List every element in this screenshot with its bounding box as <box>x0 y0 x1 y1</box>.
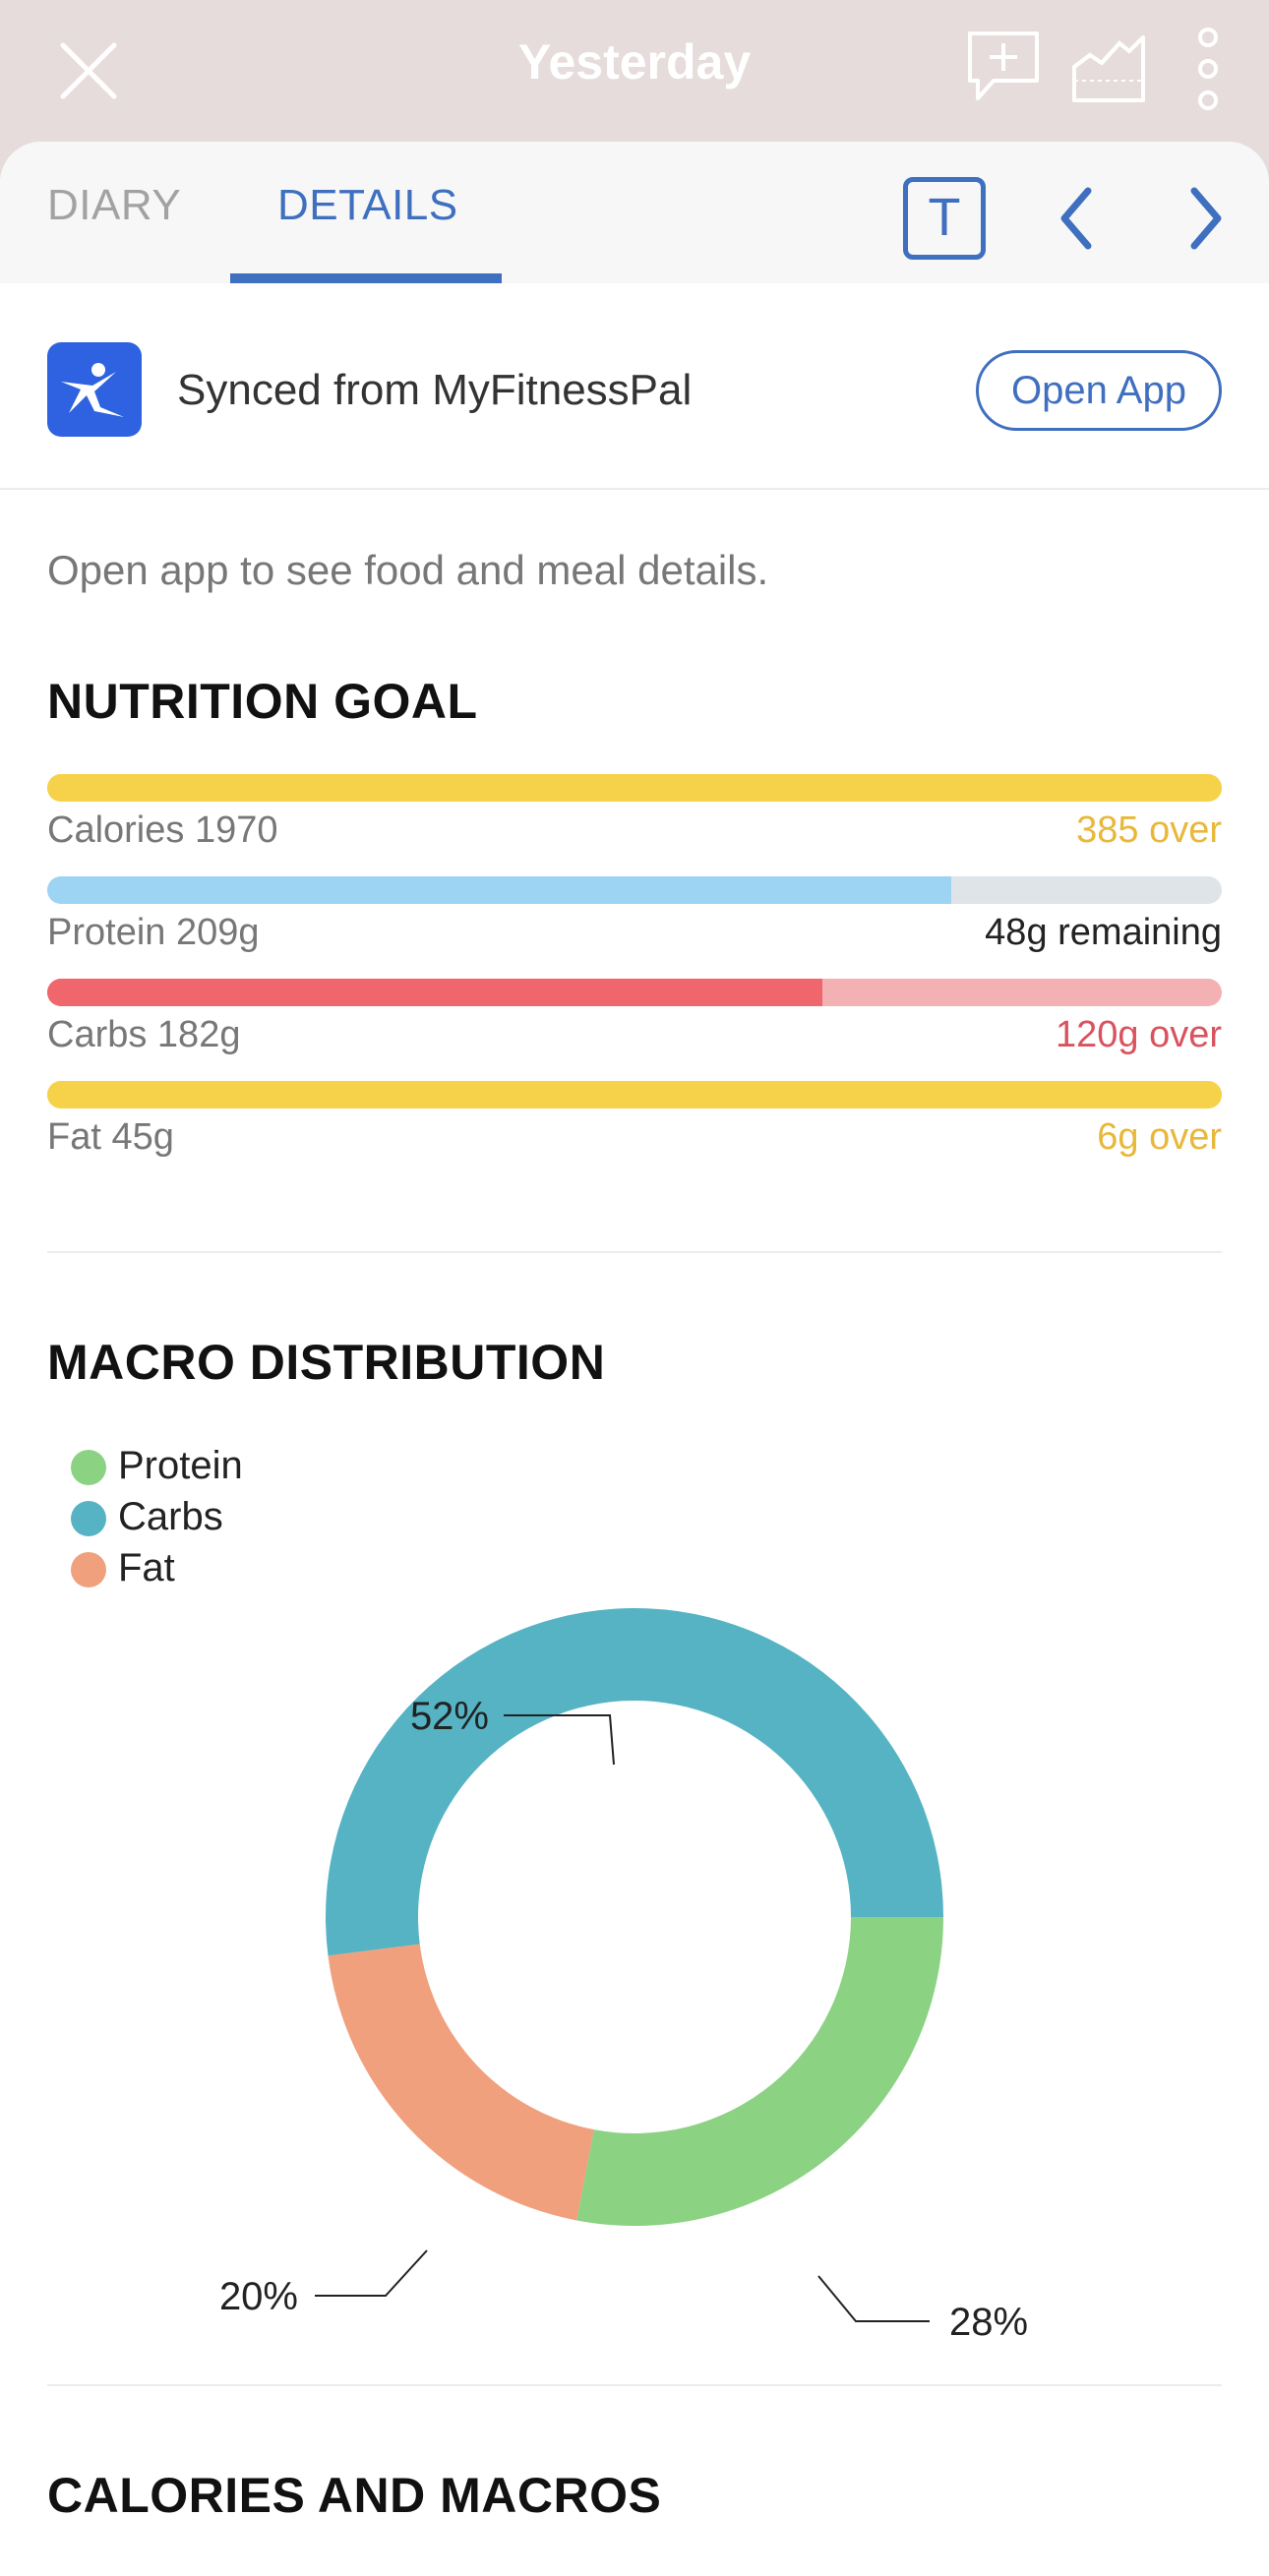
goal-bar-fill <box>47 876 952 904</box>
data-label-fat: 20% <box>219 2275 298 2318</box>
calories-and-macros-title: CALORIES AND MACROS <box>47 2468 662 2523</box>
more-vertical-icon[interactable] <box>1188 28 1228 110</box>
legend-label: Protein <box>118 1444 243 1487</box>
goal-bar-fill <box>47 1081 1222 1108</box>
tab-bar: DIARY DETAILS T <box>0 142 1269 283</box>
goal-bar-track <box>47 774 1222 802</box>
section-divider <box>47 1251 1222 1253</box>
goal-bar-status: 48g remaining <box>985 912 1222 953</box>
chevron-left-icon[interactable] <box>1053 179 1102 258</box>
goal-bar-label: Calories 1970 <box>47 809 278 851</box>
tab-details[interactable]: DETAILS <box>277 181 458 230</box>
sync-label: Synced from MyFitnessPal <box>177 366 693 414</box>
goal-bar-status: 385 over <box>1076 809 1222 851</box>
macro-distribution-title: MACRO DISTRIBUTION <box>47 1335 606 1390</box>
open-app-button[interactable]: Open App <box>976 350 1222 431</box>
chevron-right-icon[interactable] <box>1180 179 1230 258</box>
goal-bar-fill <box>47 774 1222 802</box>
goal-bar-status: 120g over <box>1055 1014 1222 1055</box>
leader-line <box>817 2275 930 2322</box>
goal-bar-label: Carbs 182g <box>47 1014 241 1055</box>
goal-bar-label: Protein 209g <box>47 912 260 953</box>
donut-slice-carbs <box>326 1608 943 1956</box>
top-bar: Yesterday <box>0 0 1269 148</box>
info-text: Open app to see food and meal details. <box>47 547 769 593</box>
macro-donut-chart: 28% 52% 20% <box>219 1608 1028 2344</box>
section-divider <box>47 2384 1222 2386</box>
data-label-carbs: 52% <box>410 1695 489 1738</box>
myfitnesspal-logo-icon <box>47 342 142 437</box>
tab-diary[interactable]: DIARY <box>47 181 181 230</box>
sync-row: Synced from MyFitnessPal Open App <box>0 283 1269 490</box>
data-label-protein: 28% <box>949 2301 1028 2344</box>
leader-line <box>315 2249 428 2297</box>
trend-chart-icon[interactable] <box>1070 28 1147 104</box>
text-view-button[interactable]: T <box>903 177 986 260</box>
goal-bar-status: 6g over <box>1097 1116 1222 1158</box>
goal-bar-track <box>47 979 1222 1006</box>
legend-swatch <box>71 1450 106 1485</box>
details-sheet: DIARY DETAILS T Synced from MyFitnessPal… <box>0 142 1269 2576</box>
nutrition-goal-title: NUTRITION GOAL <box>47 674 478 729</box>
goal-bar-fill <box>47 979 823 1006</box>
active-tab-indicator <box>230 273 502 283</box>
goal-bar-track <box>47 1081 1222 1108</box>
add-comment-icon[interactable] <box>964 28 1043 106</box>
goal-bar-track <box>47 876 1222 904</box>
donut-slice-protein <box>576 1917 943 2226</box>
donut-slice-fat <box>328 1944 594 2221</box>
goal-bar-label: Fat 45g <box>47 1116 174 1158</box>
